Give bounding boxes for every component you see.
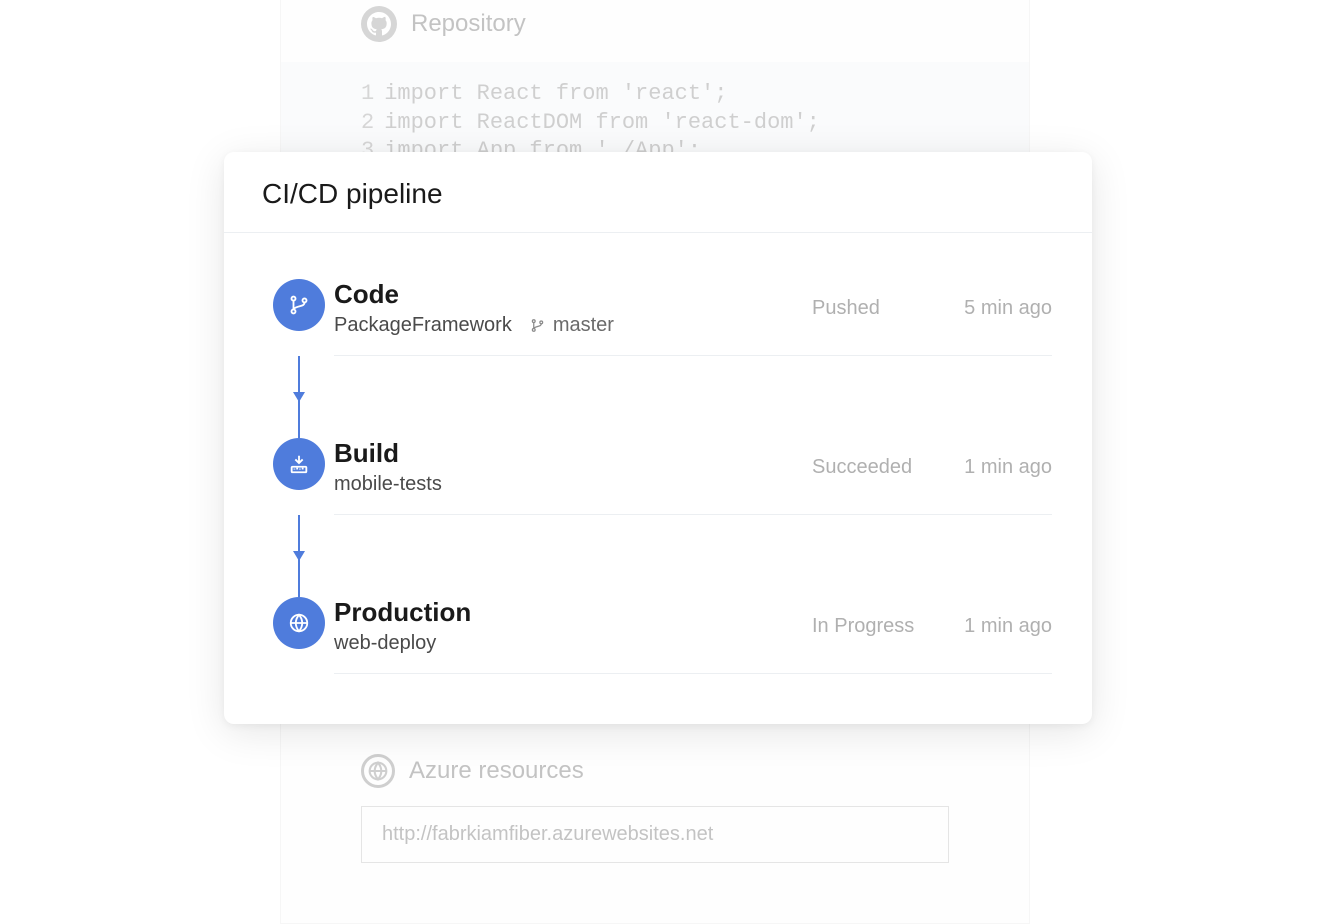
arrow-down-icon [293, 551, 305, 561]
repository-header: Repository [281, 0, 1029, 62]
globe-icon [361, 754, 395, 788]
stage-subtitle: mobile-tests [334, 473, 442, 496]
connector [264, 515, 1052, 597]
stage-status: Pushed [812, 297, 942, 320]
stage-subtitle: web-deploy [334, 632, 436, 655]
pipeline-stage-production[interactable]: Production web-deploy In Progress 1 min … [264, 597, 1052, 674]
build-icon [273, 438, 325, 490]
stage-time: 1 min ago [942, 456, 1052, 479]
stage-time: 1 min ago [942, 615, 1052, 638]
pipeline-stage-build[interactable]: Build mobile-tests Succeeded 1 min ago [264, 438, 1052, 515]
stage-title: Build [334, 438, 812, 469]
card-header: CI/CD pipeline [224, 152, 1092, 233]
deployment-url-box: http://fabrkiamfiber.azurewebsites.net [361, 806, 949, 863]
pipeline-stage-code[interactable]: Code PackageFramework master Pushed 5 mi… [264, 279, 1052, 356]
stage-status: In Progress [812, 615, 942, 638]
github-icon [361, 6, 397, 42]
card-body: Code PackageFramework master Pushed 5 mi… [224, 233, 1092, 724]
stage-title: Production [334, 597, 812, 628]
stage-title: Code [334, 279, 812, 310]
connector [264, 356, 1052, 438]
stage-time: 5 min ago [942, 297, 1052, 320]
arrow-down-icon [293, 392, 305, 402]
globe-icon [273, 597, 325, 649]
cicd-pipeline-card: CI/CD pipeline Code PackageFramework mas… [224, 152, 1092, 724]
card-title: CI/CD pipeline [262, 178, 1054, 210]
branch-indicator: master [530, 314, 614, 337]
deployment-url: http://fabrkiamfiber.azurewebsites.net [382, 823, 713, 845]
repository-label: Repository [411, 10, 526, 38]
branch-name: master [553, 314, 614, 337]
git-branch-icon [273, 279, 325, 331]
azure-resources-label: Azure resources [409, 757, 584, 785]
stage-status: Succeeded [812, 456, 942, 479]
stage-subtitle: PackageFramework [334, 314, 512, 337]
branch-icon [530, 318, 545, 333]
azure-resources-header: Azure resources [281, 724, 1029, 806]
